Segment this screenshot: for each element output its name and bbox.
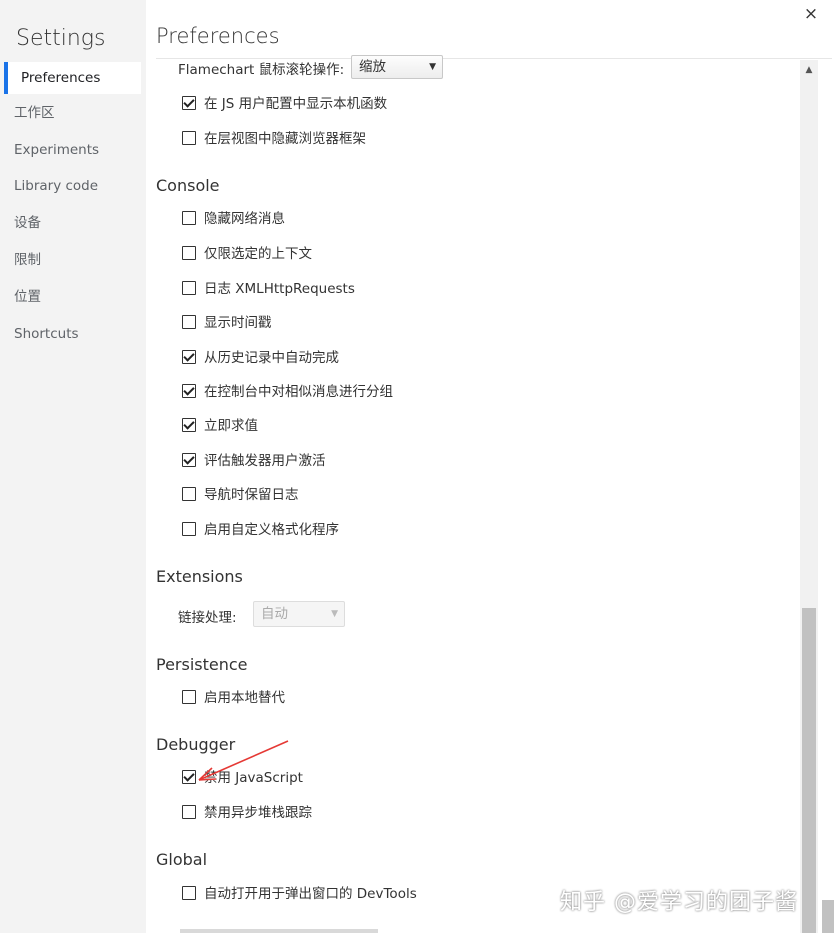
annotation-arrow-icon (198, 740, 289, 781)
watermark: 知乎 @爱学习的团子酱 (560, 890, 798, 915)
